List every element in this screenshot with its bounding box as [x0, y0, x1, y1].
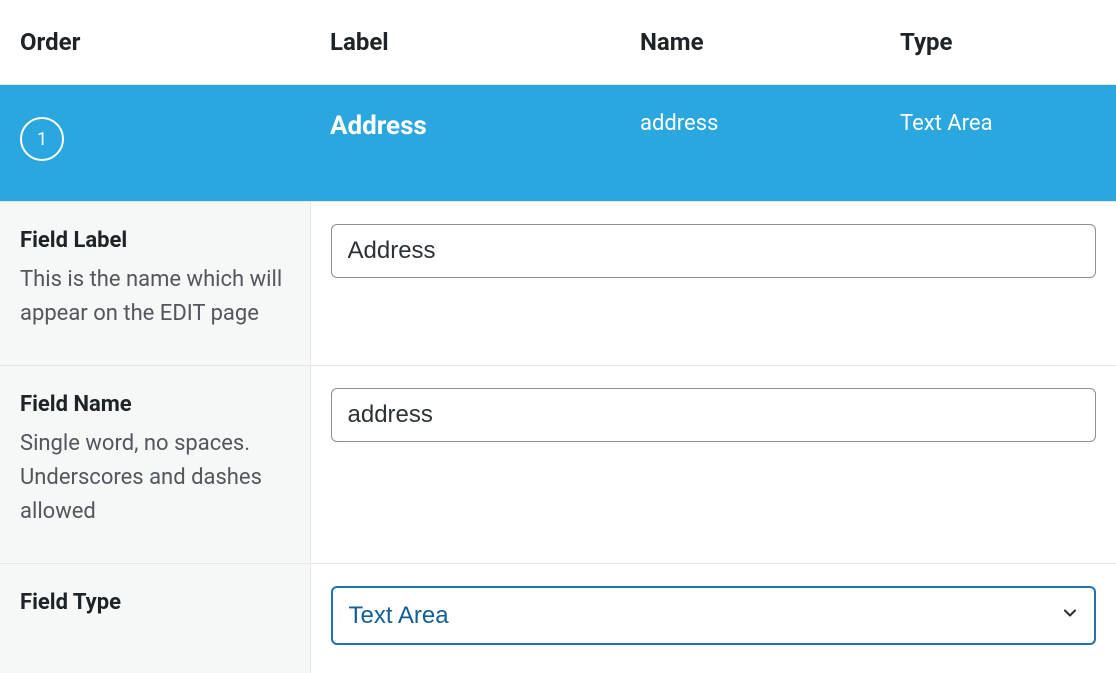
- setting-title-field-name: Field Name: [20, 392, 290, 417]
- field-row-active[interactable]: 1 Address address Text Area: [0, 85, 1116, 202]
- setting-row-field-label: Field Label This is the name which will …: [0, 202, 1116, 366]
- field-row-name: address: [640, 111, 718, 136]
- setting-row-field-name: Field Name Single word, no spaces. Under…: [0, 366, 1116, 564]
- column-header-label: Label: [310, 0, 620, 85]
- order-badge[interactable]: 1: [20, 117, 64, 161]
- field-name-input[interactable]: [331, 388, 1097, 442]
- setting-title-field-type: Field Type: [20, 590, 290, 615]
- setting-row-field-type: Field Type Text Area: [0, 564, 1116, 673]
- field-row-type: Text Area: [900, 111, 993, 136]
- setting-title-field-label: Field Label: [20, 228, 290, 253]
- fields-table: Order Label Name Type 1 Address address …: [0, 0, 1116, 673]
- column-header-type: Type: [880, 0, 1116, 85]
- column-header-name: Name: [620, 0, 880, 85]
- column-header-order: Order: [0, 0, 310, 85]
- setting-desc-field-label: This is the name which will appear on th…: [20, 263, 290, 331]
- field-row-label: Address: [330, 111, 427, 141]
- table-header-row: Order Label Name Type: [0, 0, 1116, 85]
- field-label-input[interactable]: [331, 224, 1097, 278]
- field-type-select[interactable]: Text Area: [331, 586, 1097, 645]
- setting-desc-field-name: Single word, no spaces. Underscores and …: [20, 427, 290, 529]
